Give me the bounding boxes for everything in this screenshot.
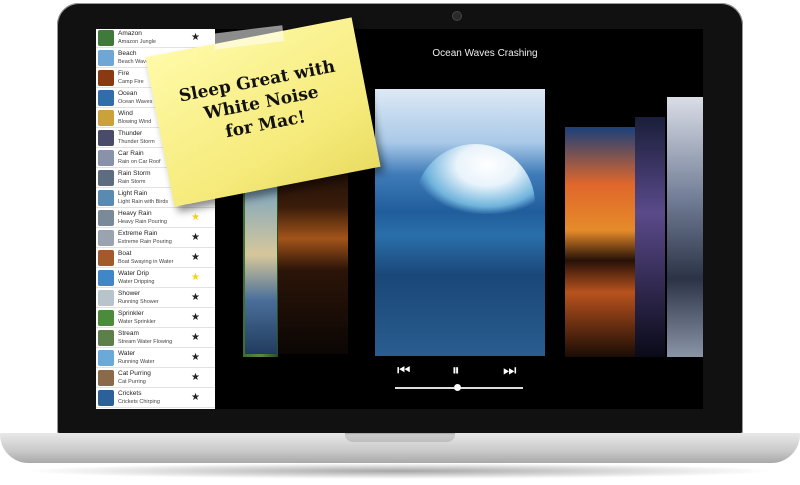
sound-thumbnail <box>98 290 114 306</box>
next-icon[interactable]: ⏭ <box>503 363 517 379</box>
favorite-star-icon[interactable]: ★ <box>191 392 200 404</box>
sound-title: Stream <box>118 330 139 337</box>
sound-thumbnail <box>98 250 114 266</box>
sound-subtitle: Amazon Jungle <box>118 39 156 45</box>
sound-subtitle: Blowing Wind <box>118 119 152 125</box>
sound-list-item[interactable]: Stream Stream Water Flowing ★ <box>96 329 215 348</box>
sound-thumbnail <box>98 50 114 66</box>
previous-icon[interactable]: ⏮ <box>397 363 411 379</box>
sound-thumbnail <box>98 270 114 286</box>
sound-thumbnail <box>98 370 114 386</box>
sound-subtitle: Boat Swaying in Water <box>118 259 174 265</box>
sound-thumbnail <box>98 130 114 146</box>
progress-knob[interactable] <box>454 384 462 391</box>
favorite-star-icon[interactable]: ★ <box>191 32 200 44</box>
sound-thumbnail <box>98 30 114 46</box>
sound-list-item[interactable]: Boat Boat Swaying in Water ★ <box>96 249 215 268</box>
sound-subtitle: Heavy Rain Pouring <box>118 219 167 225</box>
favorite-star-icon[interactable]: ★ <box>191 292 200 304</box>
sound-list-item[interactable]: Cat Purring Cat Purring ★ <box>96 369 215 388</box>
sound-title: Sprinkler <box>118 310 144 317</box>
sound-title: Water Drip <box>118 270 149 277</box>
sound-title: Cat Purring <box>118 370 151 377</box>
sound-title: Shower <box>118 290 141 297</box>
sound-list-item[interactable]: Water Running Water ★ <box>96 349 215 368</box>
sticky-note-text: Sleep Great with White Noise for Mac! <box>177 56 337 143</box>
sound-subtitle: Thunder Storm <box>118 139 155 145</box>
favorite-star-icon[interactable]: ★ <box>191 212 200 224</box>
coverflow-card-ocean[interactable] <box>375 89 545 356</box>
sound-thumbnail <box>98 170 114 186</box>
favorite-star-icon[interactable]: ★ <box>191 372 200 384</box>
sound-subtitle: Rain on Car Roof <box>118 159 161 165</box>
pause-icon[interactable]: ⏸ <box>452 363 460 379</box>
favorite-star-icon[interactable]: ★ <box>191 332 200 344</box>
sound-thumbnail <box>98 110 114 126</box>
sound-title: Light Rain <box>118 190 148 197</box>
sound-subtitle: Water Dripping <box>118 279 155 285</box>
sound-thumbnail <box>98 230 114 246</box>
sound-list-item[interactable]: Amazon Amazon Jungle ★ <box>96 29 215 48</box>
sound-list-item[interactable]: Water Drip Water Dripping ★ <box>96 269 215 288</box>
sound-title: Thunder <box>118 130 143 137</box>
coverflow-card-car-rain[interactable] <box>667 97 703 357</box>
sound-thumbnail <box>98 90 114 106</box>
sound-title: Rain Storm <box>118 170 151 177</box>
now-playing-title: Ocean Waves Crashing <box>432 48 538 59</box>
sound-list-item[interactable]: Extreme Rain Extreme Rain Pouring ★ <box>96 229 215 248</box>
favorite-star-icon[interactable]: ★ <box>191 352 200 364</box>
sound-thumbnail <box>98 70 114 86</box>
sound-title: Extreme Rain <box>118 230 158 237</box>
favorite-star-icon[interactable]: ★ <box>191 312 200 324</box>
favorite-star-icon[interactable]: ★ <box>191 252 200 264</box>
sound-thumbnail <box>98 150 114 166</box>
sound-title: Heavy Rain <box>118 210 152 217</box>
sound-subtitle: Water Sprinkler <box>118 319 156 325</box>
sound-thumbnail <box>98 390 114 406</box>
sound-title: Crickets <box>118 390 142 397</box>
sound-subtitle: Cat Purring <box>118 379 146 385</box>
coverflow-card-thunder[interactable] <box>635 117 665 357</box>
sound-title: Beach <box>118 50 137 57</box>
sound-subtitle: Crickets Chirping <box>118 399 160 405</box>
wave-image <box>415 144 535 214</box>
sound-list-item[interactable]: Sprinkler Water Sprinkler ★ <box>96 309 215 328</box>
laptop-notch <box>345 433 455 442</box>
sound-subtitle: Running Water <box>118 359 155 365</box>
playback-controls: ⏮ ⏸ ⏭ <box>375 363 545 393</box>
coverflow-card-wind[interactable] <box>565 127 637 357</box>
sound-title: Wind <box>118 110 133 117</box>
sound-subtitle: Camp Fire <box>118 79 144 85</box>
sound-thumbnail <box>98 190 114 206</box>
sound-subtitle: Rain Storm <box>118 179 146 185</box>
sound-subtitle: Extreme Rain Pouring <box>118 239 172 245</box>
sound-thumbnail <box>98 350 114 366</box>
sound-subtitle: Stream Water Flowing <box>118 339 173 345</box>
sound-thumbnail <box>98 310 114 326</box>
sound-title: Water <box>118 350 136 357</box>
sound-list-item[interactable]: Heavy Rain Heavy Rain Pouring ★ <box>96 209 215 228</box>
sound-list-item[interactable]: Crickets Crickets Chirping ★ <box>96 389 215 408</box>
sound-list-item[interactable]: Shower Running Shower ★ <box>96 289 215 308</box>
camera-icon <box>453 12 461 20</box>
sound-title: Ocean <box>118 90 138 97</box>
sound-title: Fire <box>118 70 130 77</box>
sound-thumbnail <box>98 210 114 226</box>
sound-subtitle: Running Shower <box>118 299 159 305</box>
coverflow-card-beach[interactable] <box>245 174 277 354</box>
favorite-star-icon[interactable]: ★ <box>191 232 200 244</box>
progress-slider[interactable] <box>395 384 523 391</box>
sound-thumbnail <box>98 330 114 346</box>
sound-title: Boat <box>118 250 132 257</box>
favorite-star-icon[interactable]: ★ <box>191 272 200 284</box>
sound-title: Amazon <box>118 30 142 37</box>
laptop-shadow <box>20 463 780 479</box>
sound-title: Car Rain <box>118 150 144 157</box>
sound-subtitle: Light Rain with Birds <box>118 199 169 205</box>
